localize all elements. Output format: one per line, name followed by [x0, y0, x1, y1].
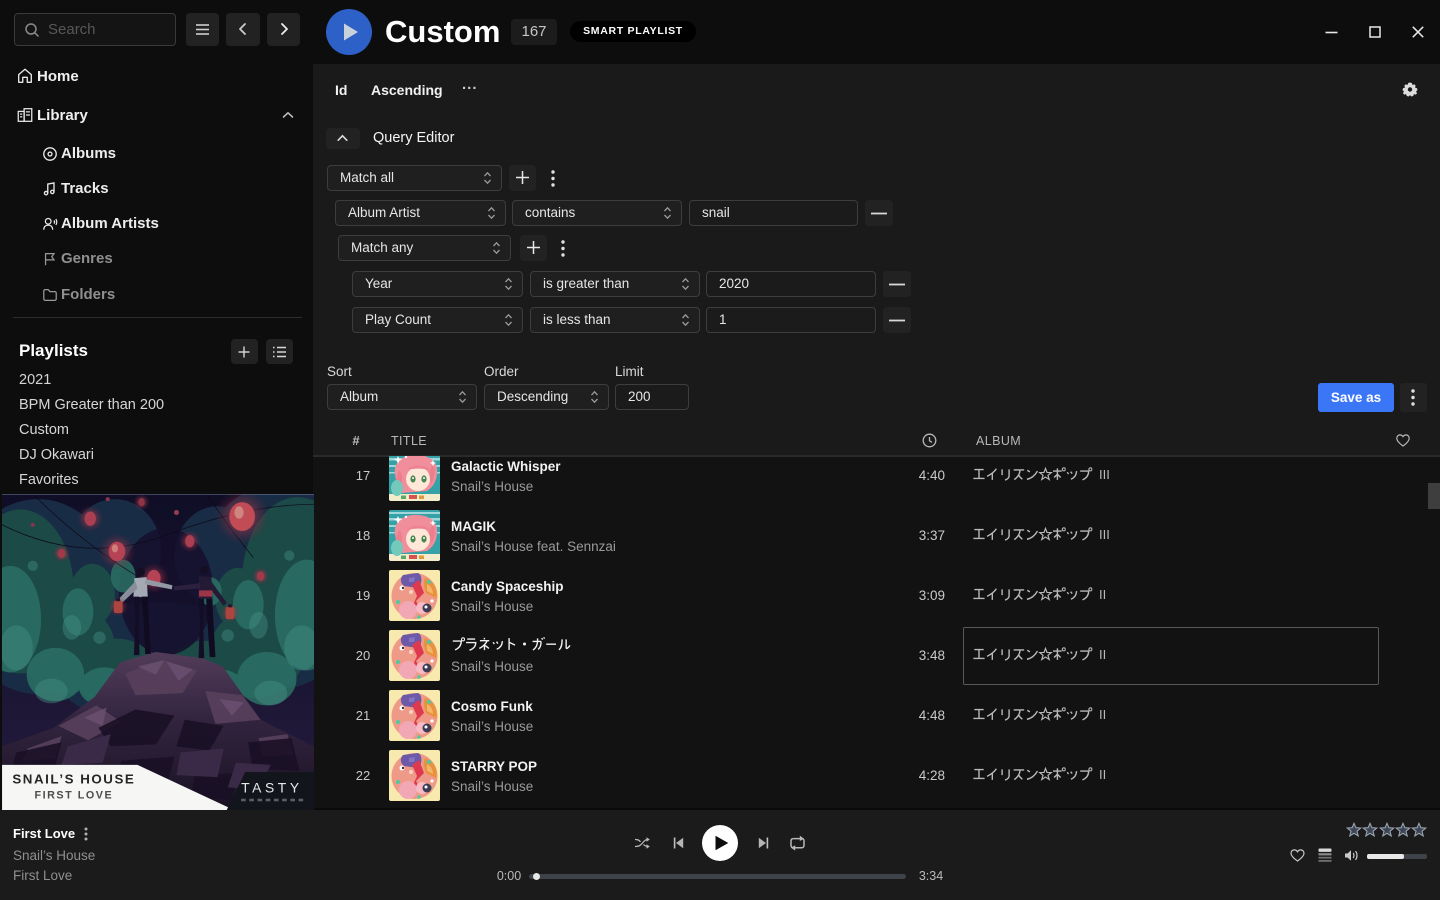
svg-text:TASTY: TASTY: [241, 780, 303, 796]
svg-text:FIRST LOVE: FIRST LOVE: [34, 790, 113, 802]
svg-text:SNAIL’S HOUSE: SNAIL’S HOUSE: [12, 771, 135, 786]
